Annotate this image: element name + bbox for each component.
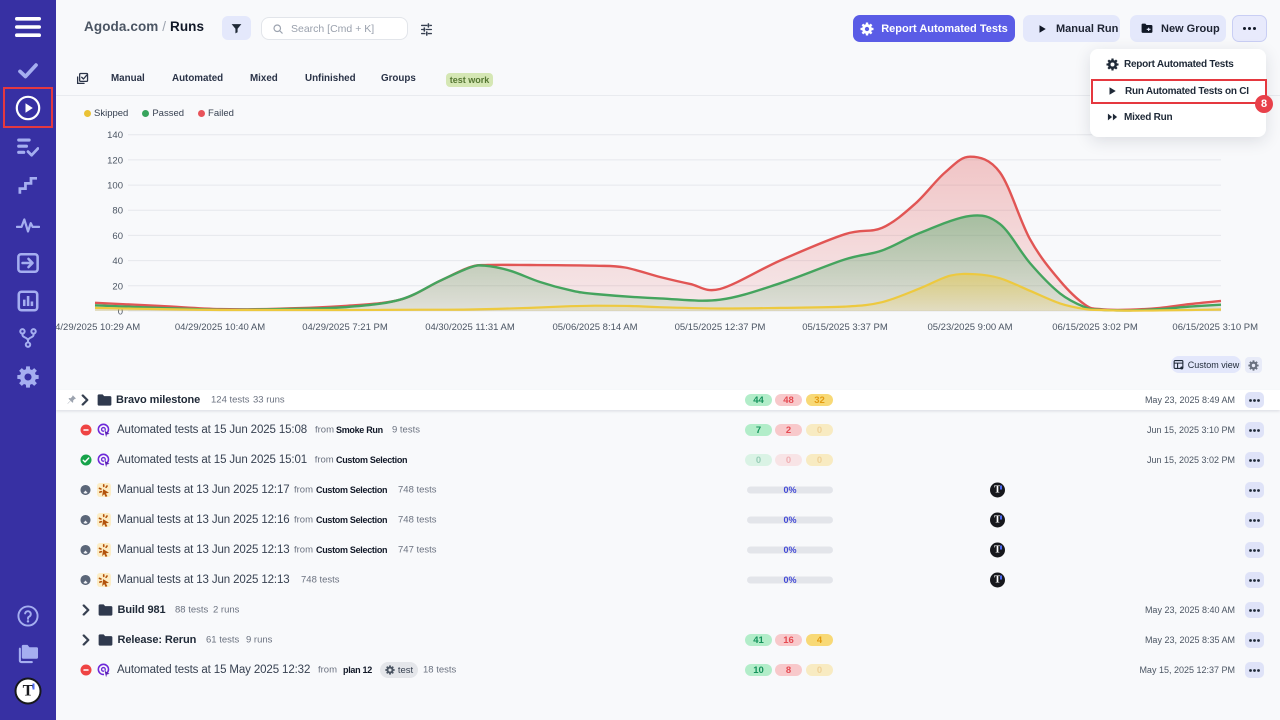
svg-text:04/29/2025 10:40 AM: 04/29/2025 10:40 AM: [175, 322, 265, 333]
svg-text:80: 80: [112, 206, 123, 217]
svg-text:05/23/2025 9:00 AM: 05/23/2025 9:00 AM: [927, 322, 1012, 333]
svg-text:06/15/2025 3:02 PM: 06/15/2025 3:02 PM: [1052, 322, 1138, 333]
svg-text:60: 60: [112, 231, 123, 242]
svg-text:05/15/2025 12:37 PM: 05/15/2025 12:37 PM: [675, 322, 766, 333]
svg-text:20: 20: [112, 281, 123, 292]
svg-text:140: 140: [107, 130, 123, 141]
svg-text:04/29/2025 10:29 AM: 04/29/2025 10:29 AM: [50, 322, 140, 333]
svg-text:120: 120: [107, 155, 123, 166]
svg-text:05/15/2025 3:37 PM: 05/15/2025 3:37 PM: [802, 322, 888, 333]
svg-text:04/30/2025 11:31 AM: 04/30/2025 11:31 AM: [425, 322, 515, 333]
svg-text:05/06/2025 8:14 AM: 05/06/2025 8:14 AM: [552, 322, 637, 333]
svg-text:04/29/2025 7:21 PM: 04/29/2025 7:21 PM: [302, 322, 388, 333]
svg-text:40: 40: [112, 256, 123, 267]
svg-text:06/15/2025 3:10 PM: 06/15/2025 3:10 PM: [1172, 322, 1258, 333]
svg-text:100: 100: [107, 181, 123, 192]
